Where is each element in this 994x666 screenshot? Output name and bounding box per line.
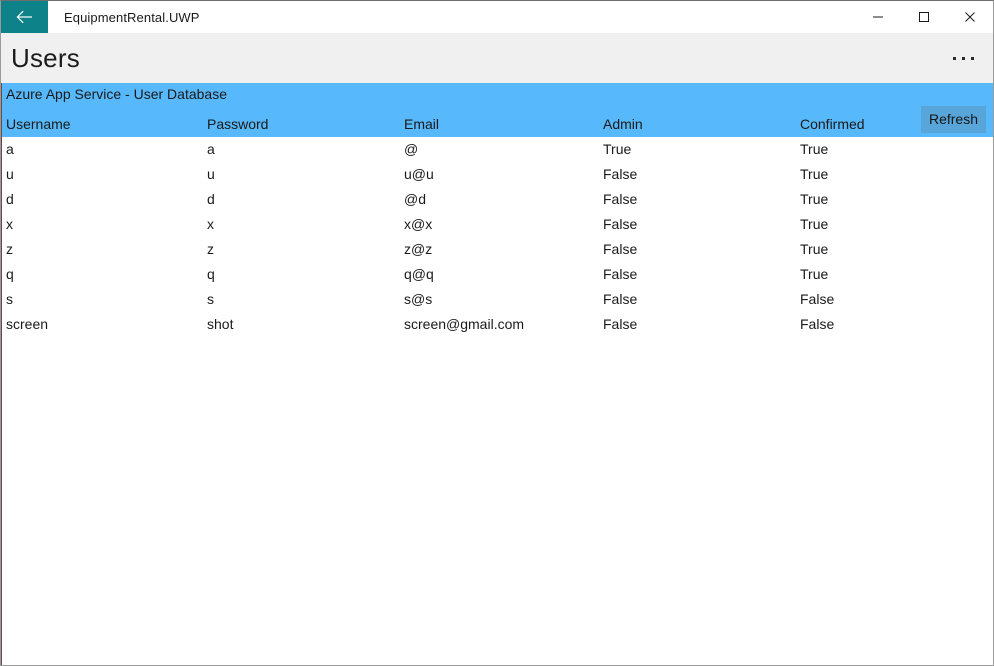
cell-confirmed: False — [800, 316, 835, 332]
cell-admin: False — [603, 291, 638, 307]
content-area: Azure App Service - User Database Refres… — [1, 83, 993, 665]
cell-password: z — [207, 241, 214, 257]
cell-password: x — [207, 216, 214, 232]
cell-admin: False — [603, 216, 638, 232]
page-header: Users — [1, 33, 993, 83]
cell-email: @ — [404, 141, 419, 157]
caption-buttons — [855, 1, 993, 33]
cell-email: q@q — [404, 266, 434, 282]
cell-username: q — [6, 266, 14, 282]
cell-confirmed: True — [800, 141, 829, 157]
cell-admin: False — [603, 266, 638, 282]
cell-admin: True — [603, 141, 632, 157]
maximize-icon — [918, 11, 930, 23]
table-row[interactable]: screen shot screen@gmail.com False False — [2, 312, 993, 337]
cell-password: s — [207, 291, 214, 307]
cell-password: u — [207, 166, 215, 182]
cell-username: d — [6, 191, 14, 207]
cell-email: screen@gmail.com — [404, 316, 525, 332]
cell-username: z — [6, 241, 13, 257]
more-dot-icon — [952, 56, 956, 60]
cell-confirmed: True — [800, 191, 829, 207]
cell-confirmed: False — [800, 291, 835, 307]
cell-password: d — [207, 191, 215, 207]
more-dot-icon — [961, 56, 965, 60]
table-body: a a @ True True u u u@u False True d d @d False True x x… — [2, 137, 993, 337]
back-arrow-icon — [15, 10, 35, 24]
cell-email: s@s — [404, 291, 433, 307]
cell-username: s — [6, 291, 13, 307]
title-bar: EquipmentRental.UWP — [1, 1, 993, 33]
table-header-row: Username Password Email Admin Confirmed — [2, 111, 993, 136]
cell-username: x — [6, 216, 13, 232]
cell-password: shot — [207, 316, 234, 332]
maximize-button[interactable] — [901, 1, 947, 33]
table-row[interactable]: u u u@u False True — [2, 162, 993, 187]
cell-username: screen — [6, 316, 49, 332]
table-row[interactable]: d d @d False True — [2, 187, 993, 212]
cell-email: @d — [404, 191, 426, 207]
database-banner-title: Azure App Service - User Database — [6, 86, 227, 102]
cell-email: u@u — [404, 166, 434, 182]
cell-confirmed: True — [800, 166, 829, 182]
cell-admin: False — [603, 191, 638, 207]
more-dot-icon — [970, 56, 974, 60]
cell-username: a — [6, 141, 14, 157]
cell-password: a — [207, 141, 215, 157]
cell-admin: False — [603, 316, 638, 332]
table-row[interactable]: s s s@s False False — [2, 287, 993, 312]
table-row[interactable]: q q q@q False True — [2, 262, 993, 287]
column-header-confirmed[interactable]: Confirmed — [800, 111, 865, 137]
cell-admin: False — [603, 166, 638, 182]
cell-confirmed: True — [800, 241, 829, 257]
cell-admin: False — [603, 241, 638, 257]
app-window: EquipmentRental.UWP Users Azure App Serv… — [0, 0, 994, 666]
app-title: EquipmentRental.UWP — [64, 9, 200, 25]
close-icon — [964, 11, 976, 23]
page-title: Users — [11, 43, 80, 73]
cell-confirmed: True — [800, 266, 829, 282]
minimize-icon — [872, 11, 884, 23]
table-row[interactable]: a a @ True True — [2, 137, 993, 162]
cell-username: u — [6, 166, 14, 182]
column-header-username[interactable]: Username — [6, 111, 71, 137]
cell-password: q — [207, 266, 215, 282]
table-row[interactable]: x x x@x False True — [2, 212, 993, 237]
column-header-password[interactable]: Password — [207, 111, 268, 137]
column-header-admin[interactable]: Admin — [603, 111, 643, 137]
more-options-button[interactable] — [943, 43, 983, 73]
minimize-button[interactable] — [855, 1, 901, 33]
close-button[interactable] — [947, 1, 993, 33]
cell-email: z@z — [404, 241, 433, 257]
cell-email: x@x — [404, 216, 433, 232]
column-header-email[interactable]: Email — [404, 111, 439, 137]
table-row[interactable]: z z z@z False True — [2, 237, 993, 262]
cell-confirmed: True — [800, 216, 829, 232]
back-button[interactable] — [1, 1, 48, 33]
